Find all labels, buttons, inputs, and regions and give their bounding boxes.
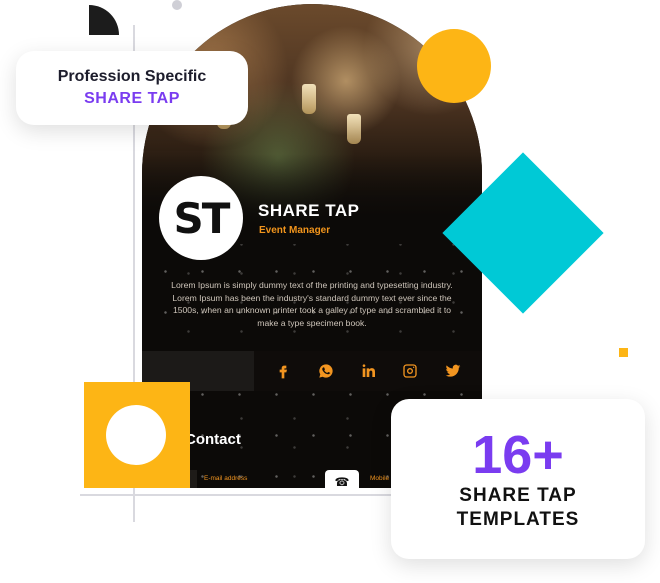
profession-card-title: Profession Specific <box>57 68 207 85</box>
glass-decoration <box>347 114 361 144</box>
email-label: E-mail address <box>204 475 248 482</box>
instagram-icon[interactable] <box>399 360 421 382</box>
templates-line2: TEMPLATES <box>456 509 580 530</box>
contact-heading: Contact <box>185 431 241 448</box>
mobile-label: Mobile <box>370 475 390 482</box>
templates-card: 16+ SHARE TAP TEMPLATES <box>391 399 645 559</box>
avatar: ST <box>159 176 243 260</box>
phone-button[interactable]: ☎ <box>325 470 359 488</box>
profession-card-subtitle: SHARE TAP <box>84 90 180 107</box>
divider-horizontal <box>80 494 400 496</box>
profile-bio: Lorem Ipsum is simply dummy text of the … <box>171 280 453 328</box>
linkedin-icon[interactable] <box>357 360 379 382</box>
templates-count: 16+ <box>472 425 564 485</box>
yellow-circle-decoration <box>417 29 491 103</box>
small-square-decoration <box>619 348 628 357</box>
whatsapp-icon[interactable] <box>315 360 337 382</box>
profile-name: SHARE TAP <box>258 201 360 220</box>
phone-icon: ☎ <box>334 475 350 488</box>
white-circle-decoration <box>106 405 166 465</box>
templates-line1: SHARE TAP <box>459 485 577 506</box>
twitter-icon[interactable] <box>442 360 464 382</box>
facebook-icon[interactable] <box>272 360 294 382</box>
profession-specific-card: Profession Specific SHARE TAP <box>16 51 248 125</box>
social-icons <box>254 351 482 391</box>
glass-decoration <box>302 84 316 114</box>
quarter-circle-decoration <box>89 5 119 35</box>
profile-role: Event Manager <box>259 225 331 236</box>
social-bar <box>142 351 482 391</box>
